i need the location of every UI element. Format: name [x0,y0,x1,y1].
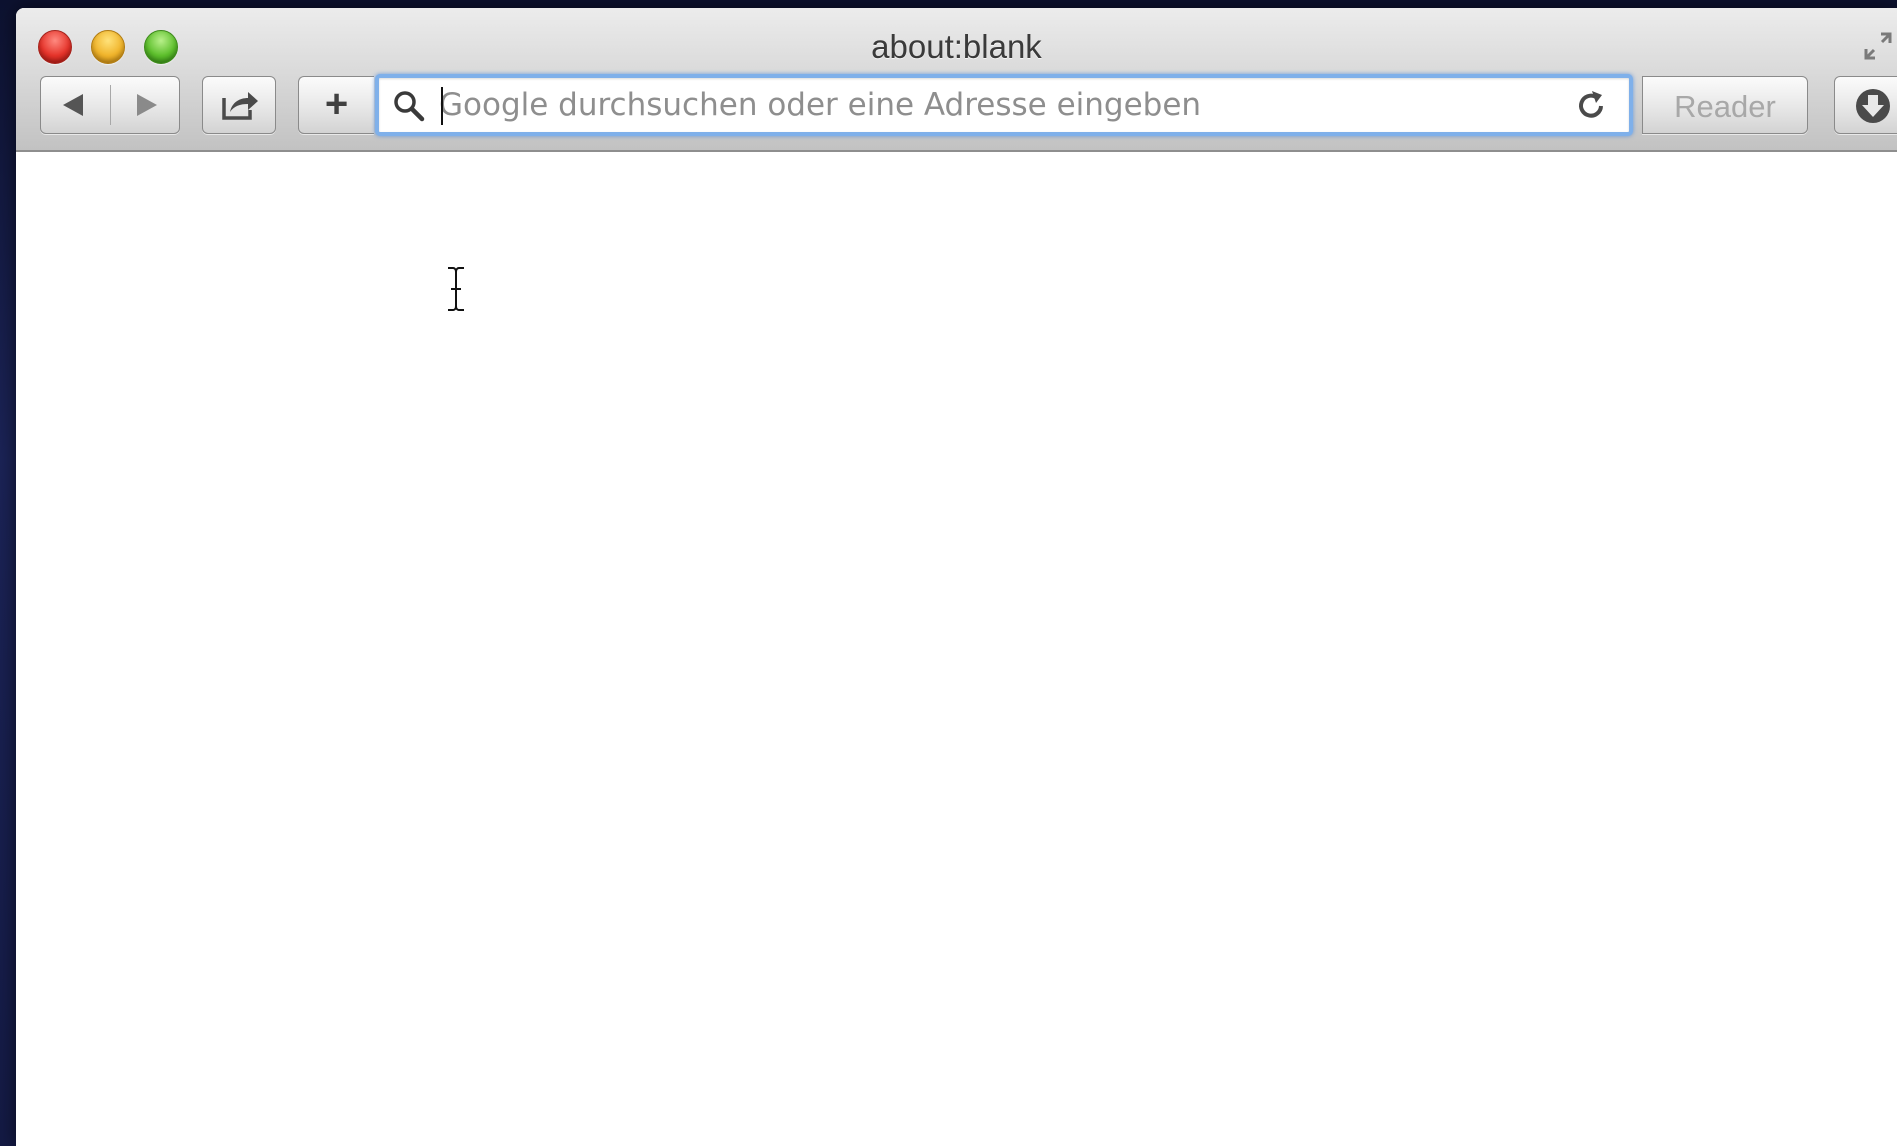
browser-window: about:blank + Google durchsuchen oder ei… [16,8,1897,1146]
chevron-right-icon [137,94,157,116]
download-icon [1856,89,1890,123]
plus-icon: + [324,82,349,126]
forward-button[interactable] [111,77,180,133]
back-button[interactable] [41,77,110,133]
address-input[interactable] [439,82,1539,128]
fullscreen-icon[interactable] [1860,28,1896,64]
back-forward-group [40,76,180,134]
add-bookmark-button[interactable]: + [298,76,374,134]
reader-button[interactable]: Reader [1642,76,1808,134]
downloads-button[interactable] [1834,76,1897,134]
reload-icon[interactable] [1571,86,1611,126]
text-caret [441,87,443,125]
share-icon [222,92,258,120]
browser-toolbar: about:blank + Google durchsuchen oder ei… [16,8,1897,152]
window-title: about:blank [871,28,1042,65]
share-button[interactable] [202,76,276,134]
address-bar[interactable] [375,74,1633,136]
text-cursor-icon [448,267,464,311]
chevron-left-icon [63,94,83,116]
page-content[interactable] [16,152,1897,1146]
reader-label: Reader [1674,89,1776,124]
magnifier-icon [394,91,425,122]
